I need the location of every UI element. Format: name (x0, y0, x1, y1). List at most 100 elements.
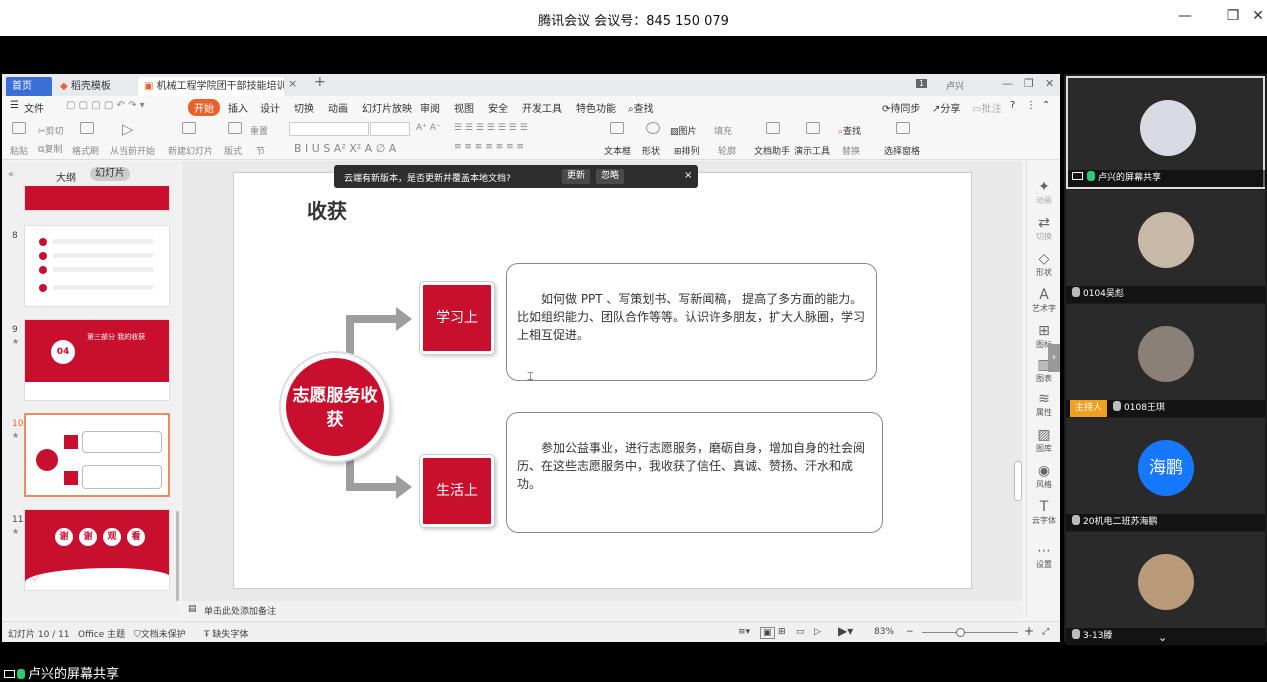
play-icon[interactable]: ▷ (122, 120, 134, 138)
select-pane-icon[interactable] (896, 122, 910, 134)
play-from-current[interactable]: 从当前开始 (110, 144, 155, 157)
outline-tab[interactable]: 大纲 (56, 169, 76, 184)
play-slideshow-icon[interactable]: ▶▾ (838, 624, 853, 638)
update-button[interactable]: 更新 (562, 169, 591, 184)
fit-window-icon[interactable]: ⤢ (1042, 627, 1049, 637)
cloud-font-button[interactable]: T 云字体 (1027, 499, 1060, 526)
participant-card[interactable]: 3-13滕 ⌄ (1066, 532, 1265, 645)
menu-features[interactable]: 特色功能 (576, 100, 616, 115)
shape-panel-button[interactable]: ◇ 形状 (1027, 251, 1060, 278)
wps-close-icon[interactable]: ✕ (1045, 77, 1054, 90)
textbox-icon[interactable] (610, 122, 624, 134)
more-icon[interactable]: ⋮ (1026, 100, 1036, 111)
arrange-button[interactable]: ⊞排列 (674, 144, 700, 157)
presentation-tools-label[interactable]: 演示工具 (794, 144, 830, 157)
ignore-button[interactable]: 忽略 (596, 169, 625, 184)
theme-name[interactable]: Office 主题 (78, 627, 125, 640)
format-painter-label[interactable]: 格式刷 (72, 144, 99, 157)
reset-button[interactable]: 重置 (250, 124, 268, 137)
font-name-select[interactable] (289, 122, 369, 136)
quick-access-icons[interactable]: ▢ ▢ ▢ ▢ ↶ ↷ ▾ (66, 100, 145, 111)
reading-view-icon[interactable]: ▭ (796, 627, 805, 637)
sync-button[interactable]: ⟳待同步 (882, 100, 920, 115)
zoom-level[interactable]: 83% (874, 627, 894, 637)
tab-file[interactable]: ▣ 机械工程学院团干部技能培训.pptx (138, 77, 284, 96)
layout-icon[interactable] (228, 122, 242, 134)
pane-scrollbar[interactable] (176, 511, 179, 601)
menu-security[interactable]: 安全 (488, 100, 508, 115)
participant-card[interactable]: 卢兴的屏幕共享 (1066, 76, 1267, 189)
gallery-panel-button[interactable]: ▨ 图库 (1027, 427, 1060, 454)
menu-transition[interactable]: 切换 (294, 100, 314, 115)
chevron-down-icon[interactable]: ⌄ (1158, 631, 1167, 644)
select-pane-label[interactable]: 选择窗格 (884, 144, 920, 157)
slide-thumbnail-11[interactable]: 谢 谢 观 看 ♡ (24, 509, 170, 591)
find-button[interactable]: ⌕查找 (838, 124, 861, 137)
menu-review[interactable]: 审阅 (420, 100, 440, 115)
new-tab-icon[interactable]: + (314, 74, 326, 90)
participant-card[interactable]: 0104吴彪 (1066, 190, 1265, 303)
menu-start[interactable]: 开始 (188, 99, 220, 116)
picture-button[interactable]: ▨图片 (670, 124, 697, 137)
collapse-pane-icon[interactable]: « (8, 169, 14, 180)
user-name[interactable]: 卢兴 (946, 79, 964, 92)
tab-home[interactable]: 首页 (6, 77, 52, 96)
slide-thumbnail-8[interactable] (24, 225, 170, 307)
window-count-icon[interactable]: 1 (916, 79, 928, 88)
font-grow-shrink-icons[interactable]: A⁺ A⁻ (416, 123, 441, 133)
help-icon[interactable]: ? (1010, 100, 1015, 111)
normal-view-icon[interactable]: ▣ (760, 627, 775, 639)
participant-card[interactable]: 主持人 0108王琪 (1066, 304, 1265, 417)
close-icon[interactable]: ✕ (1248, 8, 1267, 24)
menu-design[interactable]: 设计 (260, 100, 280, 115)
missing-font-status[interactable]: Ŧ 缺失字体 (204, 627, 248, 640)
property-panel-button[interactable]: ≋ 属性 (1027, 391, 1060, 418)
shape-icon[interactable] (646, 122, 660, 134)
menu-view[interactable]: 视图 (454, 100, 474, 115)
zoom-slider-track[interactable] (922, 632, 1018, 633)
font-size-select[interactable] (370, 122, 410, 136)
shape-label[interactable]: 形状 (642, 144, 660, 157)
slide-canvas[interactable]: 收获 志愿服务收获 学习上 生活上 如何做 PPT 、写策划书、写新闻稿， 提高… (233, 172, 972, 589)
participant-card[interactable]: 海鹏 20机电二班苏海鹏 (1066, 418, 1265, 531)
menu-icon[interactable]: ☰ (10, 100, 19, 111)
minimize-icon[interactable]: — (1175, 8, 1195, 24)
share-button[interactable]: ↗分享 (932, 100, 960, 115)
doc-assistant-label[interactable]: 文档助手 (754, 144, 790, 157)
wps-minimize-icon[interactable]: — (1002, 77, 1013, 90)
protect-status[interactable]: ⛉文档未保护 (134, 627, 186, 640)
replace-button[interactable]: 替换 (842, 144, 860, 157)
edit-scrollbar[interactable] (1014, 461, 1022, 501)
restore-icon[interactable]: ❐ (1223, 8, 1243, 24)
menu-insert[interactable]: 插入 (228, 100, 248, 115)
expand-pane-icon[interactable]: › (1048, 344, 1060, 372)
sorter-view-icon[interactable]: ⊞ (778, 627, 786, 637)
comment-button[interactable]: ▭批注 (972, 100, 1001, 115)
animation-panel-button[interactable]: ✦ 动画 (1027, 179, 1060, 206)
menu-file[interactable]: 文件 (24, 100, 44, 115)
menu-find[interactable]: ⌕查找 (628, 100, 654, 115)
tab-template[interactable]: ◆ 稻壳模板 (54, 77, 134, 96)
textbox-label[interactable]: 文本框 (604, 144, 631, 157)
cut-button[interactable]: ✂剪切 (38, 124, 64, 137)
notes-area[interactable]: ▤ 单击此处添加备注 (182, 601, 1022, 619)
paste-label[interactable]: 粘贴 (10, 144, 28, 157)
align-icons[interactable]: ≡ ≡ ≡ ≡ ≡ ≡ ≡ (454, 142, 524, 152)
transition-panel-button[interactable]: ⇄ 切换 (1027, 215, 1060, 242)
outline-button[interactable]: 轮廓 (718, 144, 736, 157)
slide-thumbnail-9[interactable]: 04 第三部分 我的收获 (24, 319, 170, 401)
menu-animation[interactable]: 动画 (328, 100, 348, 115)
notes-toggle-icon[interactable]: ≡▾ (738, 627, 750, 637)
style-panel-button[interactable]: ◉ 风格 (1027, 463, 1060, 490)
section-button[interactable]: 节 (256, 144, 265, 157)
slide-thumbnail-7[interactable] (24, 186, 170, 211)
new-slide-icon[interactable] (182, 122, 196, 134)
copy-button[interactable]: ⧉复制 (38, 142, 62, 155)
notice-close-icon[interactable]: × (684, 170, 692, 181)
study-text-box[interactable]: 如何做 PPT 、写策划书、写新闻稿， 提高了多方面的能力。比如组织能力、团队合… (506, 263, 877, 381)
life-text-box[interactable]: 参加公益事业，进行志愿服务，磨砺自身，增加自身的社会阅历、在这些志愿服务中，我收… (506, 412, 883, 533)
zoom-slider-thumb[interactable] (956, 628, 965, 637)
slideshow-icon[interactable]: ▷ (814, 627, 821, 637)
layout-label[interactable]: 版式 (224, 144, 242, 157)
zoom-in-icon[interactable]: + (1024, 624, 1034, 638)
